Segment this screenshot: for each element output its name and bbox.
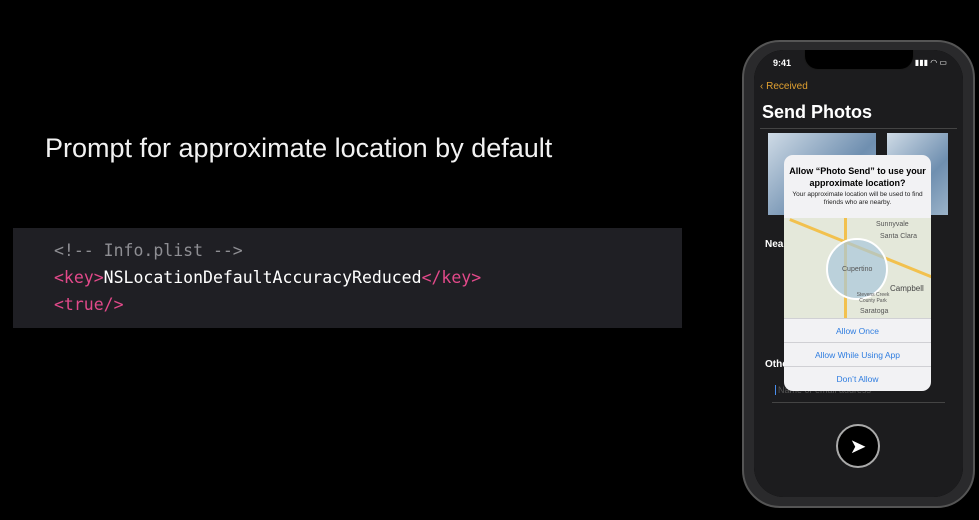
key-value: NSLocationDefaultAccuracyReduced: [103, 268, 422, 287]
send-photos-app: 9:41 ▮▮▮ ◠ ▭ ‹ Received Send Photos Nea …: [754, 50, 963, 497]
location-permission-alert: Allow “Photo Send” to use your approxima…: [784, 155, 931, 391]
approximate-location-map: Sunnyvale Santa Clara Cupertino Campbell…: [784, 218, 931, 318]
send-button[interactable]: ➤: [836, 424, 880, 468]
map-label: Santa Clara: [880, 233, 917, 240]
map-label: Stevens Creek County Park: [856, 292, 890, 304]
code-block: <!-- Info.plist --> <key>NSLocationDefau…: [13, 228, 682, 328]
back-button[interactable]: ‹ Received: [760, 81, 808, 92]
code-comment: <!-- Info.plist -->: [54, 241, 243, 260]
dont-allow-button[interactable]: Don’t Allow: [784, 366, 931, 390]
section-nearby: Nea: [765, 239, 784, 250]
back-label: Received: [766, 81, 808, 92]
status-time: 9:41: [773, 58, 792, 68]
map-label: Cupertino: [842, 266, 873, 273]
paper-plane-icon: ➤: [849, 435, 867, 458]
map-label: Saratoga: [860, 308, 889, 315]
nav-title: Send Photos: [762, 102, 873, 122]
slide-title: Prompt for approximate location by defau…: [45, 133, 553, 163]
status-icons: ▮▮▮ ◠ ▭: [914, 58, 947, 67]
notch: [804, 50, 914, 70]
key-close-tag: </key>: [421, 268, 482, 287]
map-label: Sunnyvale: [876, 221, 909, 228]
alert-message: Your approximate location will be used t…: [792, 191, 923, 206]
divider: [760, 128, 957, 129]
allow-once-button[interactable]: Allow Once: [784, 318, 931, 342]
divider: [772, 402, 945, 403]
allow-while-using-button[interactable]: Allow While Using App: [784, 342, 931, 366]
true-tag: <true/>: [54, 295, 124, 314]
alert-title: Allow “Photo Send” to use your approxima…: [789, 166, 926, 188]
phone-screen: 9:41 ▮▮▮ ◠ ▭ ‹ Received Send Photos Nea …: [754, 50, 963, 497]
key-open-tag: <key>: [54, 268, 104, 287]
